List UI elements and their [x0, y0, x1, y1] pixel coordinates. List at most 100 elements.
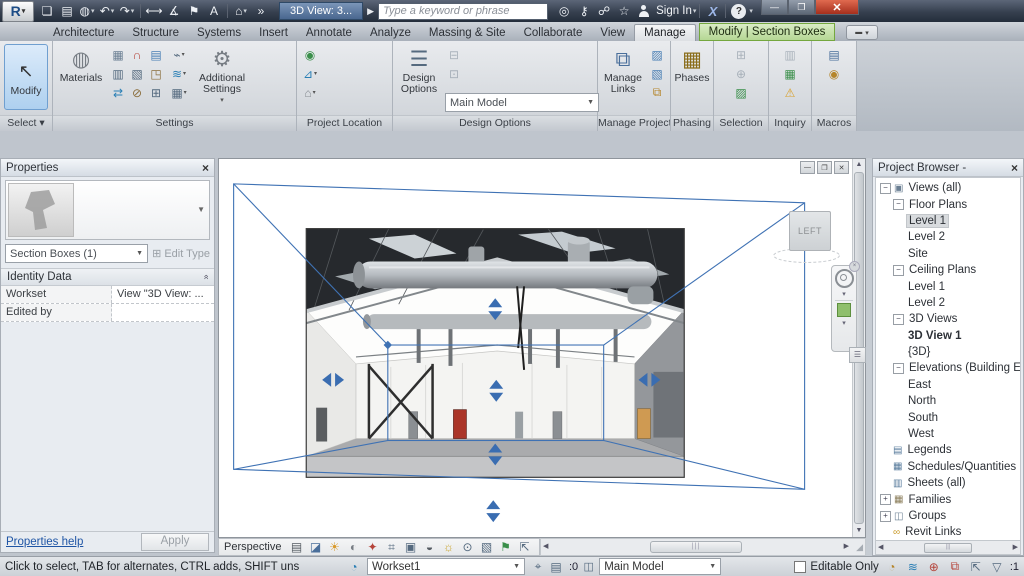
close-button[interactable]: ✕: [815, 0, 859, 15]
additional-settings-button[interactable]: ⚙ Additional Settings ▾: [190, 44, 254, 107]
save-button[interactable]: ▤: [57, 2, 77, 20]
display-modes-icon[interactable]: ≋: [904, 558, 922, 575]
edit-selection-icon[interactable]: ▨: [732, 84, 750, 101]
help-button[interactable]: ?: [729, 2, 748, 20]
design-options-icon[interactable]: ◫: [582, 560, 595, 573]
apply-button[interactable]: Apply: [141, 533, 209, 551]
measure-button[interactable]: ⟷: [144, 2, 164, 20]
design-options-button[interactable]: ☰ Design Options: [395, 44, 443, 96]
type-filter-dropdown[interactable]: Section Boxes (1)▼: [5, 244, 148, 263]
design-option-dropdown[interactable]: Main Model▼: [445, 93, 599, 112]
active-design-option-dropdown[interactable]: Main Model▼: [599, 558, 721, 575]
close-icon[interactable]: ×: [202, 161, 209, 175]
tab-modify-section-boxes[interactable]: Modify | Section Boxes: [699, 23, 836, 41]
drawing-area[interactable]: — ❐ ✕ LEFT × ▾ ▾ ☰ ▲ ▼: [218, 158, 866, 538]
displacement-sets-icon[interactable]: ⇱: [515, 539, 533, 556]
aligned-dimension-button[interactable]: ∡: [164, 2, 184, 20]
temporary-view-properties-icon[interactable]: ▧: [477, 539, 495, 556]
select-toggle-icon[interactable]: ⇱: [967, 558, 985, 575]
search-input[interactable]: [378, 3, 548, 20]
resize-grip[interactable]: ◢: [851, 542, 865, 553]
sun-path-icon[interactable]: ☀: [325, 539, 343, 556]
scrollbar-thumb[interactable]: |||: [650, 541, 742, 553]
shared-parameters-icon[interactable]: ▧: [128, 65, 146, 82]
minimize-button[interactable]: —: [761, 0, 788, 15]
qat-overflow-button[interactable]: »: [251, 2, 271, 20]
tree-item-ceiling-plans[interactable]: −Ceiling Plans: [876, 262, 1020, 278]
rendering-dialog-icon[interactable]: ✦: [363, 539, 381, 556]
tree-item-site[interactable]: Site: [876, 246, 1020, 262]
tab-analyze[interactable]: Analyze: [361, 25, 420, 41]
collapse-icon[interactable]: −: [880, 183, 891, 194]
tree-item-legends[interactable]: ▤Legends: [876, 442, 1020, 458]
visual-style-icon[interactable]: ◪: [306, 539, 324, 556]
tab-architecture[interactable]: Architecture: [44, 25, 123, 41]
worksets-icon[interactable]: ◔: [345, 558, 363, 575]
expand-icon[interactable]: +: [880, 494, 891, 505]
collapse-icon[interactable]: »: [200, 274, 210, 279]
project-information-icon[interactable]: ▤: [147, 46, 165, 63]
purge-unused-icon[interactable]: ⊘: [128, 84, 146, 101]
properties-title-bar[interactable]: Properties ×: [1, 159, 214, 177]
tree-item-families[interactable]: +▦Families: [876, 491, 1020, 507]
scroll-right-icon[interactable]: ▶: [1011, 542, 1020, 554]
tab-view[interactable]: View: [591, 25, 634, 41]
shadows-icon[interactable]: ◐: [344, 539, 362, 556]
chevron-down-icon[interactable]: ▾: [842, 319, 846, 327]
structural-settings-icon[interactable]: ⌁▾: [170, 46, 188, 63]
worksharing-display-icon[interactable]: ◔: [883, 558, 901, 575]
lock-view-icon[interactable]: ⊙: [458, 539, 476, 556]
manage-images-icon[interactable]: ▨: [648, 46, 666, 63]
ribbon-minimize-button[interactable]: ▬▾: [846, 25, 878, 40]
load-selection-icon[interactable]: ⊕: [732, 65, 750, 82]
tab-collaborate[interactable]: Collaborate: [515, 25, 592, 41]
tab-annotate[interactable]: Annotate: [297, 25, 361, 41]
object-styles-icon[interactable]: ▦: [109, 46, 127, 63]
tree-item-level-2[interactable]: Level 2: [876, 295, 1020, 311]
tree-item-3d-view-1[interactable]: 3D View 1: [876, 328, 1020, 344]
macro-security-icon[interactable]: ◉: [825, 65, 843, 82]
chevron-down-icon[interactable]: ▾: [842, 290, 846, 298]
collapse-icon[interactable]: −: [893, 363, 904, 374]
tree-item-elevations-building-el[interactable]: −Elevations (Building El: [876, 360, 1020, 376]
scroll-left-icon[interactable]: ◀: [541, 541, 550, 553]
default-3d-view-button[interactable]: ⌂▾: [231, 2, 251, 20]
properties-help-link[interactable]: Properties help: [6, 536, 83, 548]
requests-icon[interactable]: ▤: [547, 558, 565, 575]
pin-icon[interactable]: ⊕: [925, 558, 943, 575]
chevron-down-icon[interactable]: ▼: [197, 205, 205, 214]
tree-item-revit-links[interactable]: ∞Revit Links: [876, 524, 1020, 540]
location-icon[interactable]: ◉: [301, 46, 319, 63]
navigation-bar[interactable]: × ▾ ▾: [831, 265, 857, 352]
select-count-icon[interactable]: ⌖: [529, 558, 547, 575]
scroll-up-icon[interactable]: ▲: [856, 159, 863, 171]
sync-with-central-button[interactable]: ◍▾: [77, 2, 97, 20]
zoom-icon[interactable]: [837, 303, 851, 317]
coordinates-icon[interactable]: ⊿▾: [301, 65, 319, 82]
search-icon[interactable]: ◎: [554, 2, 574, 20]
edit-type-button[interactable]: ⊞ Edit Type: [152, 247, 210, 260]
user-icon[interactable]: [634, 2, 653, 20]
tree-item-level-1[interactable]: Level 1: [876, 278, 1020, 294]
modify-button[interactable]: ↖ Modify: [4, 44, 48, 110]
active-workset-dropdown[interactable]: Workset1▼: [367, 558, 525, 575]
scroll-left-icon[interactable]: ◀: [876, 542, 885, 554]
steering-wheel-icon[interactable]: [835, 269, 854, 288]
subscription-key-icon[interactable]: ⚷: [574, 2, 594, 20]
identity-data-header[interactable]: Identity Data »: [1, 268, 214, 286]
show-crop-region-icon[interactable]: ▣: [401, 539, 419, 556]
global-parameters-icon[interactable]: ◳: [147, 65, 165, 82]
view-scale-label[interactable]: Perspective: [224, 541, 281, 553]
scroll-down-icon[interactable]: ▼: [856, 525, 863, 537]
navbar-menu-icon[interactable]: ☰: [849, 347, 866, 363]
scroll-right-icon[interactable]: ▶: [842, 541, 851, 553]
tree-item-schedules-quantities[interactable]: ▦Schedules/Quantities: [876, 459, 1020, 475]
view-close-button[interactable]: ✕: [834, 161, 849, 174]
exchange-apps-button[interactable]: X: [703, 2, 722, 20]
editable-only-checkbox[interactable]: [794, 561, 806, 573]
property-value[interactable]: [112, 304, 214, 321]
position-icon[interactable]: ⌂▾: [301, 84, 319, 101]
tag-by-category-button[interactable]: ⚑: [184, 2, 204, 20]
collapse-icon[interactable]: −: [893, 265, 904, 276]
expand-icon[interactable]: +: [880, 511, 891, 522]
